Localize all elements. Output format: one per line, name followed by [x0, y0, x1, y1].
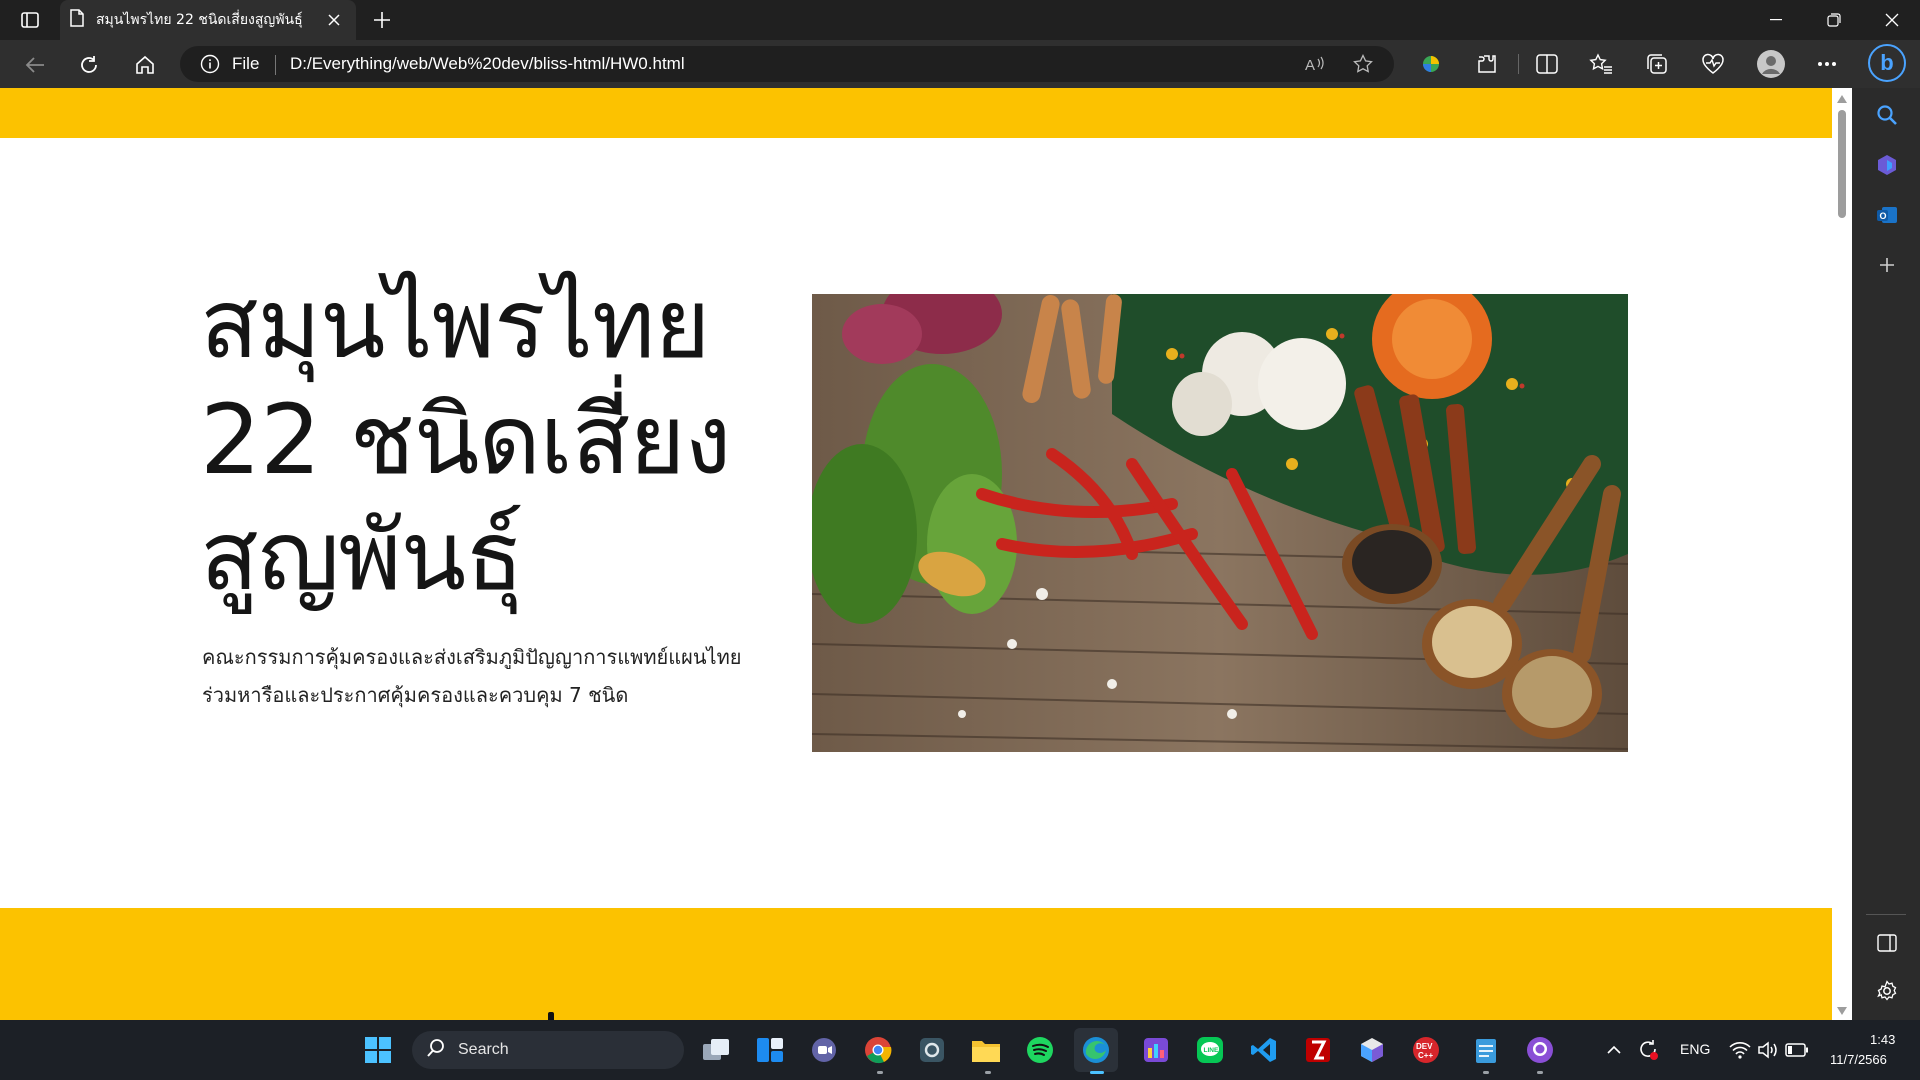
page-icon: [70, 9, 84, 31]
github-desktop-icon[interactable]: [1524, 1034, 1556, 1066]
collections-icon[interactable]: [1644, 51, 1670, 77]
back-icon[interactable]: [20, 50, 50, 80]
refresh-icon[interactable]: [74, 50, 104, 80]
hero-description-line: คณะกรรมการคุ้มครองและส่งเสริมภูมิปัญญากา…: [202, 645, 742, 669]
search-icon: [426, 1038, 446, 1062]
close-window-icon[interactable]: [1864, 0, 1920, 40]
chrome-icon[interactable]: [862, 1034, 894, 1066]
hero-title: สมุนไพรไทย 22 ชนิดเสี่ยง สูญพันธุ์: [200, 266, 800, 614]
sidebar-divider: [1866, 914, 1906, 915]
browser-tab-bar: สมุนไพรไทย 22 ชนิดเสี่ยงสูญพันธุ์: [0, 0, 1920, 40]
page-scrollbar[interactable]: [1832, 88, 1852, 1020]
favorite-star-icon[interactable]: [1352, 53, 1374, 75]
svg-text:C++: C++: [1418, 1051, 1433, 1060]
running-indicator: [877, 1071, 883, 1074]
herbs-spices-photo: [812, 294, 1628, 752]
outlook-icon[interactable]: O: [1874, 202, 1900, 228]
scroll-down-icon[interactable]: [1836, 1006, 1848, 1016]
running-indicator: [1483, 1071, 1489, 1074]
svg-text:LINE: LINE: [1204, 1047, 1219, 1054]
windows-start-icon[interactable]: [362, 1034, 394, 1066]
app-gear-icon[interactable]: [916, 1034, 948, 1066]
running-indicator: [985, 1071, 991, 1074]
browser-essentials-icon[interactable]: [1700, 51, 1726, 77]
info-icon[interactable]: [200, 54, 220, 78]
url-text[interactable]: D:/Everything/web/Web%20dev/bliss-html/H…: [290, 54, 685, 74]
windows-taskbar: Search LINE DEV C++ ENG 1:43 11/7/2566: [0, 1020, 1920, 1080]
read-aloud-icon[interactable]: A: [1304, 53, 1326, 75]
scroll-up-icon[interactable]: [1836, 94, 1848, 104]
favorites-icon[interactable]: [1588, 51, 1614, 77]
show-hidden-icons-chevron[interactable]: [1604, 1034, 1624, 1066]
svg-text:O: O: [1880, 211, 1887, 221]
sync-alert-icon[interactable]: [1636, 1034, 1660, 1066]
url-scheme-label: File: [232, 54, 260, 73]
hero-title-line: สูญพันธุ์: [200, 500, 524, 612]
running-indicator: [1537, 1071, 1543, 1074]
hero-title-line: สมุนไพรไทย: [200, 268, 710, 380]
line-app-icon[interactable]: LINE: [1194, 1034, 1226, 1066]
minimize-icon[interactable]: [1748, 0, 1804, 40]
extensions-icon[interactable]: [1474, 51, 1500, 77]
active-app-indicator: [1090, 1071, 1104, 1074]
svg-text:DEV: DEV: [1416, 1042, 1433, 1051]
app-cube-icon[interactable]: [1356, 1034, 1388, 1066]
profile-avatar[interactable]: [1756, 49, 1786, 79]
edge-sidebar: O: [1852, 88, 1920, 1020]
browser-toolbar: File D:/Everything/web/Web%20dev/bliss-h…: [0, 40, 1920, 88]
widgets-icon[interactable]: [754, 1034, 786, 1066]
search-icon[interactable]: [1874, 102, 1900, 128]
bottom-yellow-band: [0, 908, 1832, 1020]
dev-cpp-icon[interactable]: DEV C++: [1410, 1034, 1442, 1066]
clock-time[interactable]: 1:43: [1870, 1032, 1895, 1047]
hero-description: คณะกรรมการคุ้มครองและส่งเสริมภูมิปัญญากา…: [202, 638, 762, 714]
hide-sidebar-icon[interactable]: [1874, 930, 1900, 956]
taskbar-search-label: Search: [458, 1041, 509, 1058]
filezilla-icon[interactable]: [1302, 1034, 1334, 1066]
active-tab[interactable]: สมุนไพรไทย 22 ชนิดเสี่ยงสูญพันธุ์: [60, 0, 356, 40]
new-tab-icon[interactable]: [368, 6, 396, 34]
url-separator: [275, 55, 276, 75]
address-bar[interactable]: File D:/Everything/web/Web%20dev/bliss-h…: [180, 46, 1394, 82]
hero-description-line: ร่วมหารือและประกาศคุ้มครองและควบคุม 7 ชน…: [202, 683, 629, 707]
extension-colorful-icon[interactable]: [1418, 51, 1444, 77]
sidebar-settings-icon[interactable]: [1874, 978, 1900, 1004]
file-explorer-icon[interactable]: [970, 1034, 1002, 1066]
battery-icon[interactable]: [1784, 1034, 1810, 1066]
close-tab-icon[interactable]: [322, 8, 346, 32]
scrollbar-thumb[interactable]: [1838, 110, 1846, 218]
hero-title-line: 22 ชนิดเสี่ยง: [200, 384, 731, 496]
app-colorful-icon[interactable]: [1140, 1034, 1172, 1066]
input-language[interactable]: ENG: [1680, 1041, 1710, 1057]
home-icon[interactable]: [130, 50, 160, 80]
top-yellow-band: [0, 88, 1832, 138]
split-screen-icon[interactable]: [1534, 51, 1560, 77]
taskbar-search-box[interactable]: Search: [412, 1031, 684, 1069]
copilot-icon[interactable]: [1874, 152, 1900, 178]
spotify-icon[interactable]: [1024, 1034, 1056, 1066]
notepad-icon[interactable]: [1470, 1034, 1502, 1066]
tab-title: สมุนไพรไทย 22 ชนิดเสี่ยงสูญพันธุ์: [96, 12, 303, 28]
task-view-icon[interactable]: [700, 1034, 732, 1066]
clock-date[interactable]: 11/7/2566: [1830, 1052, 1887, 1067]
add-sidebar-app-icon[interactable]: [1874, 252, 1900, 278]
vscode-icon[interactable]: [1248, 1034, 1280, 1066]
tab-actions-icon[interactable]: [14, 8, 46, 32]
next-section-text-peek: [548, 1012, 554, 1020]
svg-text:A: A: [1305, 57, 1315, 73]
teams-chat-icon[interactable]: [808, 1034, 840, 1066]
wifi-icon[interactable]: [1728, 1034, 1752, 1066]
page-viewport: สมุนไพรไทย 22 ชนิดเสี่ยง สูญพันธุ์ คณะกร…: [0, 88, 1832, 1020]
edge-browser-icon[interactable]: [1074, 1028, 1118, 1072]
restore-icon[interactable]: [1806, 0, 1862, 40]
bing-copilot-icon[interactable]: b: [1868, 44, 1906, 82]
volume-icon[interactable]: [1756, 1034, 1780, 1066]
toolbar-divider: [1518, 54, 1519, 74]
more-options-icon[interactable]: [1814, 51, 1840, 77]
